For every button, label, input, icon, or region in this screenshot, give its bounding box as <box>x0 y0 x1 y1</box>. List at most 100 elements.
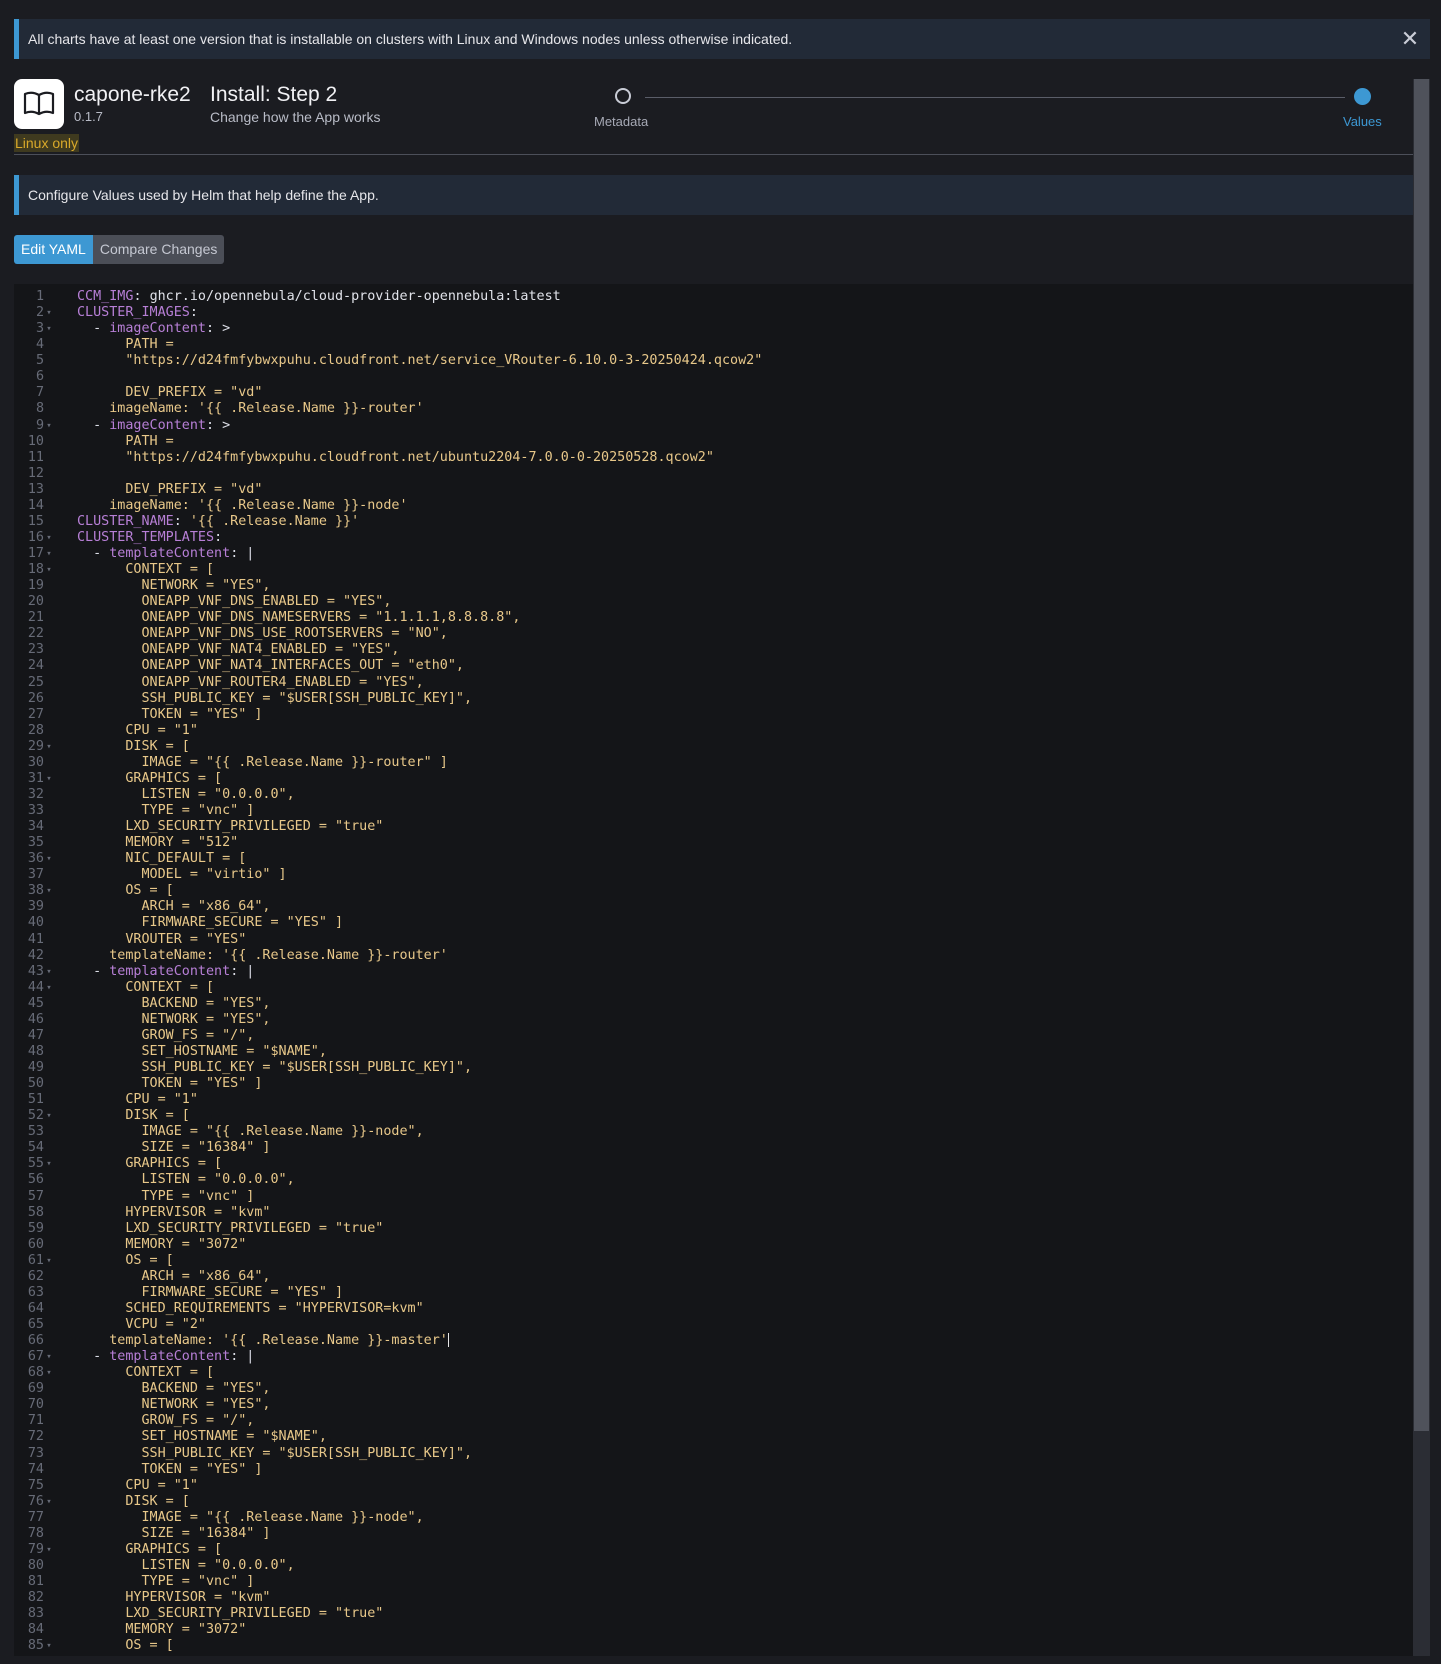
code-line[interactable]: 24 ONEAPP_VNF_NAT4_INTERFACES_OUT = "eth… <box>14 658 762 674</box>
wizard-step-metadata-label[interactable]: Metadata <box>594 114 648 129</box>
code-line[interactable]: 61 ▾ OS = [ <box>14 1253 762 1269</box>
code-line[interactable]: 8 imageName: '{{ .Release.Name }}-router… <box>14 401 762 417</box>
code-line[interactable]: 34 LXD_SECURITY_PRIVILEGED = "true" <box>14 819 762 835</box>
fold-arrow-icon[interactable]: ▾ <box>44 546 54 562</box>
code-line[interactable]: 21 ONEAPP_VNF_DNS_NAMESERVERS = "1.1.1.1… <box>14 610 762 626</box>
code-line[interactable]: 40 FIRMWARE_SECURE = "YES" ] <box>14 915 762 931</box>
code-line[interactable]: 79 ▾ GRAPHICS = [ <box>14 1542 762 1558</box>
code-line[interactable]: 73 SSH_PUBLIC_KEY = "$USER[SSH_PUBLIC_KE… <box>14 1446 762 1462</box>
fold-arrow-icon[interactable]: ▾ <box>44 1542 54 1558</box>
code-line[interactable]: 2 ▾ CLUSTER_IMAGES: <box>14 305 762 321</box>
yaml-editor[interactable]: 1 CCM_IMG: ghcr.io/opennebula/cloud-provi… <box>14 284 1413 1664</box>
code-line[interactable]: 75 CPU = "1" <box>14 1478 762 1494</box>
code-line[interactable]: 3 ▾ - imageContent: > <box>14 321 762 337</box>
code-line[interactable]: 1 CCM_IMG: ghcr.io/opennebula/cloud-provi… <box>14 289 762 305</box>
code-line[interactable]: 52 ▾ DISK = [ <box>14 1108 762 1124</box>
fold-arrow-icon[interactable]: ▾ <box>44 851 54 867</box>
code-line[interactable]: 36 ▾ NIC_DEFAULT = [ <box>14 851 762 867</box>
code-line[interactable]: 63 FIRMWARE_SECURE = "YES" ] <box>14 1285 762 1301</box>
code-line[interactable]: 59 LXD_SECURITY_PRIVILEGED = "true" <box>14 1221 762 1237</box>
code-line[interactable]: 49 SSH_PUBLIC_KEY = "$USER[SSH_PUBLIC_KE… <box>14 1060 762 1076</box>
code-line[interactable]: 41 VROUTER = "YES" <box>14 932 762 948</box>
fold-arrow-icon[interactable]: ▾ <box>44 530 54 546</box>
code-line[interactable]: 9 ▾ - imageContent: > <box>14 418 762 434</box>
fold-arrow-icon[interactable]: ▾ <box>44 418 54 434</box>
code-line[interactable]: 81 TYPE = "vnc" ] <box>14 1574 762 1590</box>
edit-yaml-button[interactable]: Edit YAML <box>14 235 93 264</box>
code-line[interactable]: 76 ▾ DISK = [ <box>14 1494 762 1510</box>
code-line[interactable]: 62 ARCH = "x86_64", <box>14 1269 762 1285</box>
code-line[interactable]: 43 ▾ - templateContent: | <box>14 964 762 980</box>
code-line[interactable]: 17 ▾ - templateContent: | <box>14 546 762 562</box>
code-line[interactable]: 28 CPU = "1" <box>14 723 762 739</box>
code-line[interactable]: 48 SET_HOSTNAME = "$NAME", <box>14 1044 762 1060</box>
code-line[interactable]: 53 IMAGE = "{{ .Release.Name }}-node", <box>14 1124 762 1140</box>
wizard-step-values-label[interactable]: Values <box>1343 114 1382 129</box>
fold-arrow-icon[interactable]: ▾ <box>44 321 54 337</box>
code-line[interactable]: 70 NETWORK = "YES", <box>14 1397 762 1413</box>
code-line[interactable]: 13 DEV_PREFIX = "vd" <box>14 482 762 498</box>
code-line[interactable]: 82 HYPERVISOR = "kvm" <box>14 1590 762 1606</box>
code-line[interactable]: 16 ▾ CLUSTER_TEMPLATES: <box>14 530 762 546</box>
code-line[interactable]: 60 MEMORY = "3072" <box>14 1237 762 1253</box>
code-line[interactable]: 32 LISTEN = "0.0.0.0", <box>14 787 762 803</box>
code-line[interactable]: 74 TOKEN = "YES" ] <box>14 1462 762 1478</box>
code-line[interactable]: 54 SIZE = "16384" ] <box>14 1140 762 1156</box>
code-line[interactable]: 42 templateName: '{{ .Release.Name }}-ro… <box>14 948 762 964</box>
fold-arrow-icon[interactable]: ▾ <box>44 964 54 980</box>
code-line[interactable]: 46 NETWORK = "YES", <box>14 1012 762 1028</box>
code-line[interactable]: 29 ▾ DISK = [ <box>14 739 762 755</box>
code-line[interactable]: 30 IMAGE = "{{ .Release.Name }}-router" … <box>14 755 762 771</box>
code-line[interactable]: 15 CLUSTER_NAME: '{{ .Release.Name }}' <box>14 514 762 530</box>
code-line[interactable]: 38 ▾ OS = [ <box>14 883 762 899</box>
code-line[interactable]: 66 templateName: '{{ .Release.Name }}-ma… <box>14 1333 762 1349</box>
code-line[interactable]: 5 "https://d24fmfybwxpuhu.cloudfront.net… <box>14 353 762 369</box>
code-line[interactable]: 25 ONEAPP_VNF_ROUTER4_ENABLED = "YES", <box>14 675 762 691</box>
fold-arrow-icon[interactable]: ▾ <box>44 1365 54 1381</box>
code-line[interactable]: 67 ▾ - templateContent: | <box>14 1349 762 1365</box>
code-line[interactable]: 85 ▾ OS = [ <box>14 1638 762 1654</box>
code-line[interactable]: 37 MODEL = "virtio" ] <box>14 867 762 883</box>
page-scrollbar-thumb[interactable] <box>1414 79 1429 1431</box>
fold-arrow-icon[interactable]: ▾ <box>44 1638 54 1654</box>
code-line[interactable]: 22 ONEAPP_VNF_DNS_USE_ROOTSERVERS = "NO"… <box>14 626 762 642</box>
code-line[interactable]: 44 ▾ CONTEXT = [ <box>14 980 762 996</box>
code-line[interactable]: 33 TYPE = "vnc" ] <box>14 803 762 819</box>
code-line[interactable]: 71 GROW_FS = "/", <box>14 1413 762 1429</box>
code-line[interactable]: 68 ▾ CONTEXT = [ <box>14 1365 762 1381</box>
code-line[interactable]: 18 ▾ CONTEXT = [ <box>14 562 762 578</box>
code-line[interactable]: 12 <box>14 466 762 482</box>
fold-arrow-icon[interactable]: ▾ <box>44 1108 54 1124</box>
fold-arrow-icon[interactable]: ▾ <box>44 562 54 578</box>
code-line[interactable]: 78 SIZE = "16384" ] <box>14 1526 762 1542</box>
code-line[interactable]: 72 SET_HOSTNAME = "$NAME", <box>14 1429 762 1445</box>
code-line[interactable]: 77 IMAGE = "{{ .Release.Name }}-node", <box>14 1510 762 1526</box>
code-line[interactable]: 20 ONEAPP_VNF_DNS_ENABLED = "YES", <box>14 594 762 610</box>
code-line[interactable]: 50 TOKEN = "YES" ] <box>14 1076 762 1092</box>
code-line[interactable]: 47 GROW_FS = "/", <box>14 1028 762 1044</box>
compare-changes-button[interactable]: Compare Changes <box>92 235 225 264</box>
code-line[interactable]: 80 LISTEN = "0.0.0.0", <box>14 1558 762 1574</box>
code-line[interactable]: 26 SSH_PUBLIC_KEY = "$USER[SSH_PUBLIC_KE… <box>14 691 762 707</box>
code-line[interactable]: 10 PATH = <box>14 434 762 450</box>
code-line[interactable]: 23 ONEAPP_VNF_NAT4_ENABLED = "YES", <box>14 642 762 658</box>
fold-arrow-icon[interactable]: ▾ <box>44 739 54 755</box>
code-line[interactable]: 35 MEMORY = "512" <box>14 835 762 851</box>
wizard-step-values-dot[interactable] <box>1354 88 1371 105</box>
fold-arrow-icon[interactable]: ▾ <box>44 1494 54 1510</box>
code-line[interactable]: 7 DEV_PREFIX = "vd" <box>14 385 762 401</box>
fold-arrow-icon[interactable]: ▾ <box>44 1156 54 1172</box>
code-line[interactable]: 27 TOKEN = "YES" ] <box>14 707 762 723</box>
code-line[interactable]: 45 BACKEND = "YES", <box>14 996 762 1012</box>
code-line[interactable]: 56 LISTEN = "0.0.0.0", <box>14 1172 762 1188</box>
code-line[interactable]: 31 ▾ GRAPHICS = [ <box>14 771 762 787</box>
code-line[interactable]: 83 LXD_SECURITY_PRIVILEGED = "true" <box>14 1606 762 1622</box>
code-line[interactable]: 65 VCPU = "2" <box>14 1317 762 1333</box>
code-line[interactable]: 19 NETWORK = "YES", <box>14 578 762 594</box>
code-line[interactable]: 14 imageName: '{{ .Release.Name }}-node' <box>14 498 762 514</box>
code-line[interactable]: 51 CPU = "1" <box>14 1092 762 1108</box>
fold-arrow-icon[interactable]: ▾ <box>44 305 54 321</box>
code-line[interactable]: 39 ARCH = "x86_64", <box>14 899 762 915</box>
code-line[interactable]: 58 HYPERVISOR = "kvm" <box>14 1205 762 1221</box>
fold-arrow-icon[interactable]: ▾ <box>44 883 54 899</box>
